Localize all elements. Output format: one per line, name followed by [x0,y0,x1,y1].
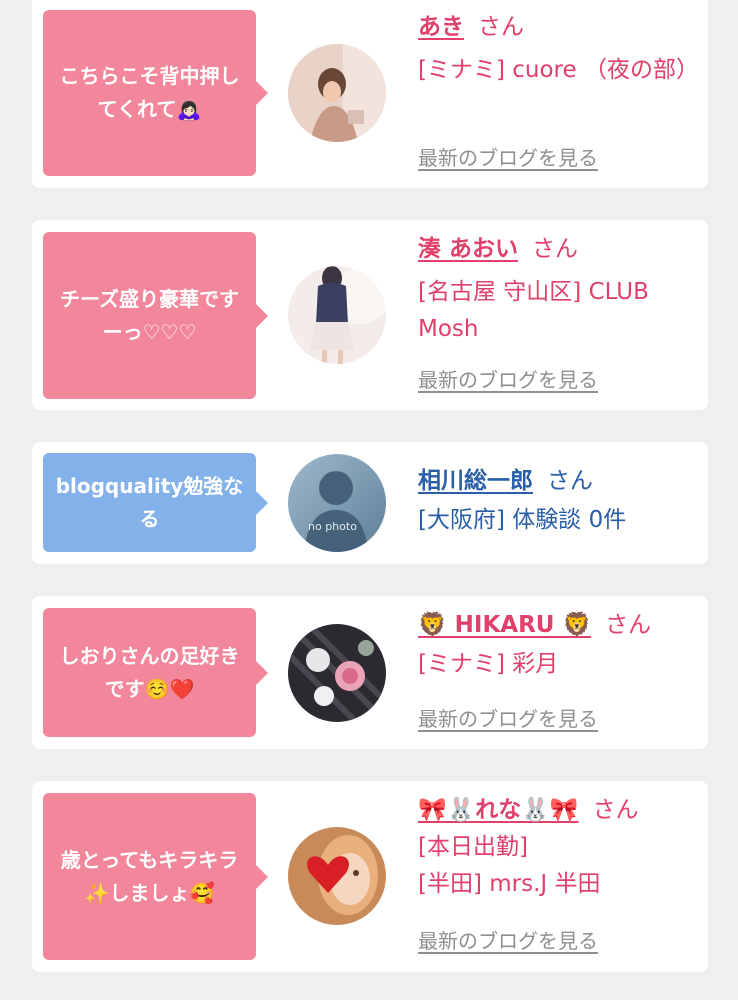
comment-text: チーズ盛り豪華ですーっ♡♡♡ [60,286,239,344]
user-name-link[interactable]: 🦁 HIKARU 🦁 [418,612,591,638]
list-item: blogquality勉強なる no photo 相川総一郎 さん [大阪府] … [32,442,708,564]
comment-text: blogquality勉強なる [55,473,244,531]
avatar[interactable] [288,624,386,722]
comment-bubble: こちらこそ背中押してくれて🙇🏻‍♀️ [43,10,268,176]
comment-text: 歳とってもキラキラ✨しましょ🥰 [60,847,239,905]
list-item: 歳とってもキラキラ✨しましょ🥰 🎀🐰れな🐰🎀 さん [本日出勤] [半田] mrs… [32,781,708,972]
work-status: [本日出勤] [418,834,528,860]
user-info: 🎀🐰れな🐰🎀 さん [本日出勤] [半田] mrs.J 半田 [418,793,704,903]
user-info: 湊 あおい さん [名古屋 守山区] CLUB Mosh [418,232,704,348]
user-info: 🦁 HIKARU 🦁 さん [ミナミ] 彩月 [418,608,704,683]
shop-info: [大阪府] 体験談 0件 [418,507,627,533]
avatar[interactable]: no photo [288,454,386,552]
user-info: 相川総一郎 さん [大阪府] 体験談 0件 [418,464,704,539]
shop-info: [ミナミ] cuore （夜の部） [418,57,699,83]
comment-list: こちらこそ背中押してくれて🙇🏻‍♀️ あき さん [ミナミ] cuore （夜の部… [0,0,738,1000]
user-name-link[interactable]: あき [418,14,464,40]
avatar[interactable] [288,266,386,364]
comment-bubble: 歳とってもキラキラ✨しましょ🥰 [43,793,268,960]
no-photo-label: no photo [308,520,357,533]
comment-text: しおりさんの足好きです☺️❤️ [59,643,240,701]
avatar-photo [288,827,386,925]
user-name-link[interactable]: 🎀🐰れな🐰🎀 [418,797,579,823]
comment-bubble: blogquality勉強なる [43,453,268,552]
name-row: 相川総一郎 さん [418,464,704,498]
name-row: 🦁 HIKARU 🦁 さん [418,608,704,642]
list-item: しおりさんの足好きです☺️❤️ 🦁 HIKARU 🦁 さん [ミナミ] 彩月 最新… [32,596,708,749]
user-name-link[interactable]: 相川総一郎 [418,468,533,494]
comment-bubble: チーズ盛り豪華ですーっ♡♡♡ [43,232,268,399]
avatar[interactable] [288,44,386,142]
avatar-photo [288,266,386,364]
avatar-photo [288,44,386,142]
honorific: さん [605,612,652,638]
honorific: さん [547,468,593,494]
honorific: さん [592,797,639,823]
name-row: あき さん [418,10,704,44]
list-item: チーズ盛り豪華ですーっ♡♡♡ 湊 あおい さん [名古屋 守山区] CLUB Mo… [32,220,708,410]
no-photo-avatar: no photo [288,454,386,552]
name-row: 湊 あおい さん [418,232,704,266]
avatar[interactable] [288,827,386,925]
list-item: こちらこそ背中押してくれて🙇🏻‍♀️ あき さん [ミナミ] cuore （夜の部… [32,0,708,188]
shop-info: [半田] mrs.J 半田 [418,871,601,897]
latest-blog-link[interactable]: 最新のブログを見る [418,366,598,394]
latest-blog-link[interactable]: 最新のブログを見る [418,144,598,172]
latest-blog-link[interactable]: 最新のブログを見る [418,927,598,955]
comment-text: こちらこそ背中押してくれて🙇🏻‍♀️ [59,64,240,121]
honorific: さん [532,236,579,262]
honorific: さん [478,14,524,40]
shop-info: [ミナミ] 彩月 [418,651,559,677]
user-info: あき さん [ミナミ] cuore （夜の部） [418,10,704,89]
shop-info: [名古屋 守山区] CLUB Mosh [418,279,649,342]
latest-blog-link[interactable]: 最新のブログを見る [418,705,598,733]
avatar-photo [288,624,386,722]
user-name-link[interactable]: 湊 あおい [418,236,518,262]
comment-bubble: しおりさんの足好きです☺️❤️ [43,608,268,737]
name-row: 🎀🐰れな🐰🎀 さん [418,793,704,827]
